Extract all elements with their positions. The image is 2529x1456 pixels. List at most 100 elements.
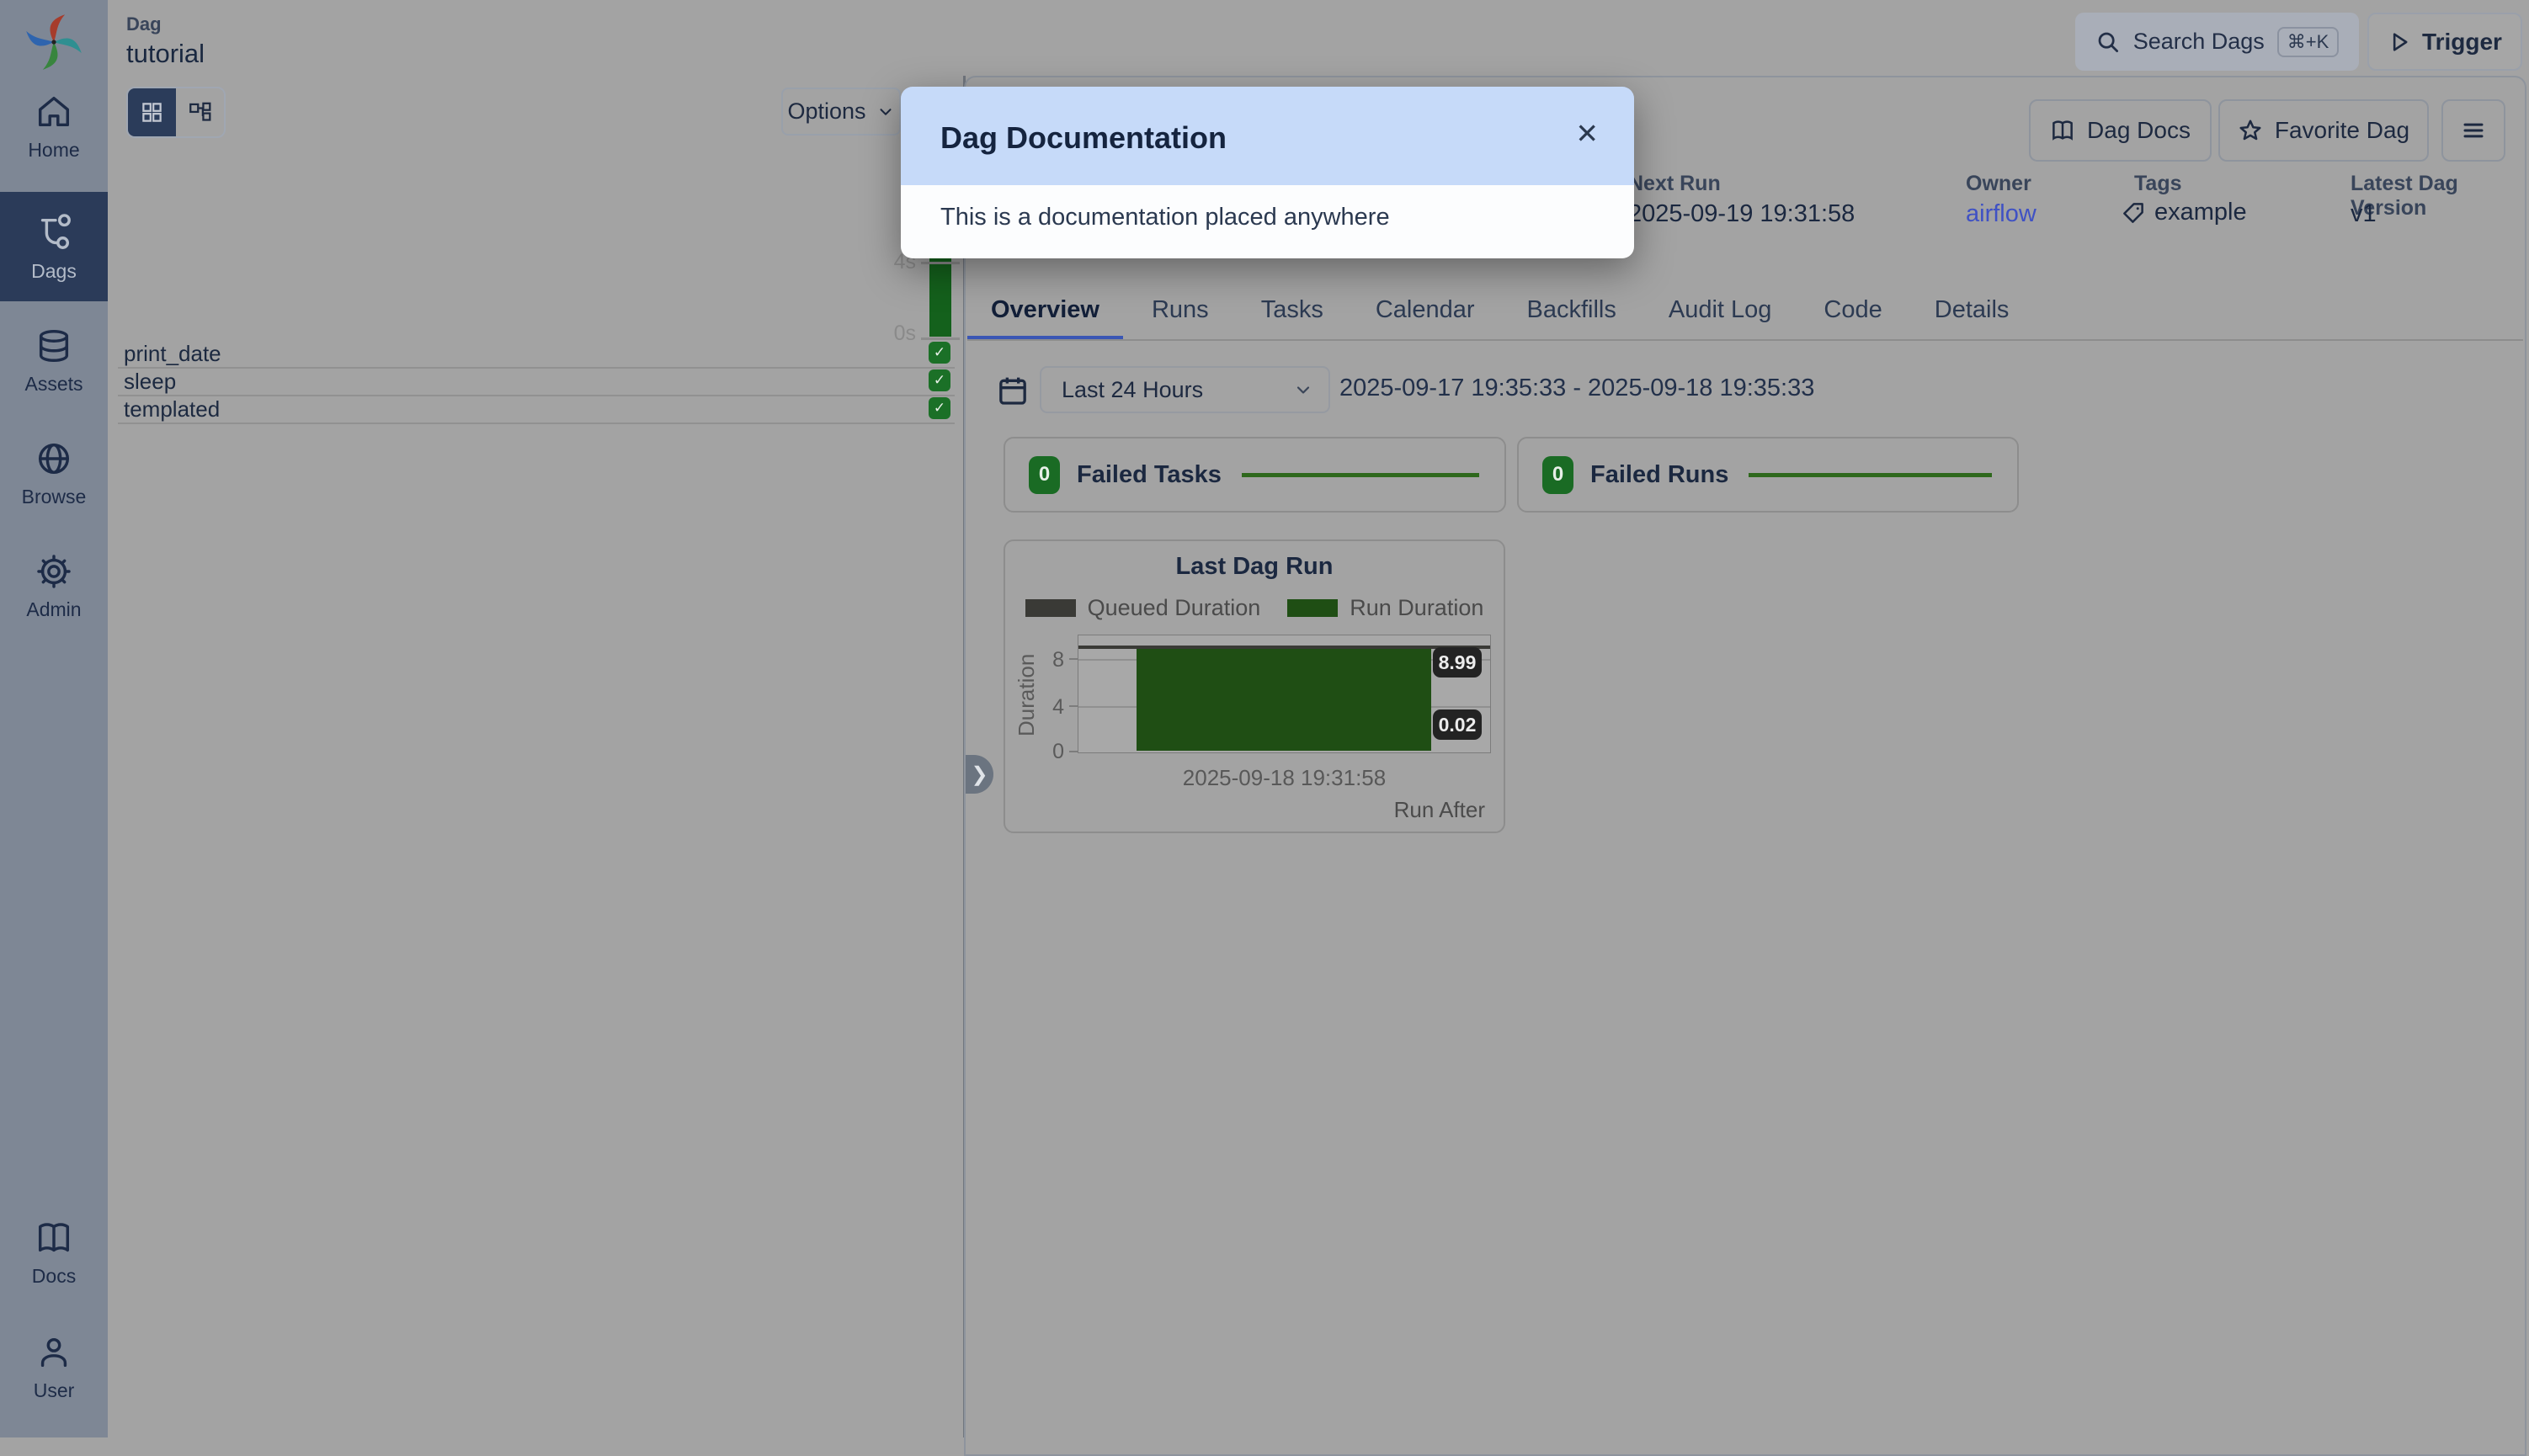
modal-title: Dag Documentation: [940, 120, 1227, 156]
mini-axis-tickline: [921, 262, 960, 264]
queued-duration-bar[interactable]: [1078, 646, 1490, 649]
task-state-success-icon[interactable]: ✓: [929, 342, 950, 364]
chart-plot-area: [1078, 635, 1491, 753]
book-icon: [35, 1219, 73, 1257]
favorite-dag-button[interactable]: Favorite Dag: [2218, 99, 2429, 162]
calendar-icon[interactable]: [996, 372, 1030, 409]
tab-backfills[interactable]: Backfills: [1504, 279, 1640, 341]
task-name-print-date[interactable]: print_date: [124, 341, 221, 367]
x-axis-label: Run After: [1394, 797, 1485, 823]
failed-tasks-label: Failed Tasks: [1077, 461, 1222, 489]
sidebar-item-assets[interactable]: Assets: [0, 327, 108, 396]
owner-label: Owner: [1966, 172, 2031, 196]
dag-details-panel: Dag Docs Favorite Dag Next Run 2025-09-1…: [964, 76, 2526, 1456]
star-icon: [2238, 118, 2263, 143]
options-button[interactable]: Options: [781, 88, 901, 136]
y-tickmark: [1069, 751, 1078, 752]
tab-code[interactable]: Code: [1800, 279, 1905, 341]
sidebar-item-label: Browse: [22, 486, 87, 508]
task-state-success-icon[interactable]: ✓: [929, 369, 950, 391]
database-icon: [35, 327, 73, 365]
tags-label: Tags: [2134, 172, 2182, 196]
search-label: Search Dags: [2133, 29, 2265, 55]
legend-swatch-queued[interactable]: [1025, 599, 1076, 617]
mini-axis-tick-0s: 0s: [876, 321, 916, 346]
failed-tasks-sparkline: [1242, 473, 1479, 477]
grid-view-toggle[interactable]: [128, 88, 176, 136]
y-tick-4: 4: [1039, 695, 1064, 720]
legend-swatch-run[interactable]: [1287, 599, 1338, 617]
chart-title: Last Dag Run: [1005, 553, 1504, 581]
hamburger-menu-icon: [2461, 118, 2486, 143]
owner-value-link[interactable]: airflow: [1966, 200, 2037, 228]
chevron-down-icon: [1293, 380, 1313, 400]
y-tickmark: [1069, 705, 1078, 707]
page-title: tutorial: [126, 39, 205, 69]
tab-runs[interactable]: Runs: [1128, 279, 1233, 341]
run-duration-value-badge: 8.99: [1433, 647, 1482, 678]
user-icon: [35, 1333, 73, 1372]
search-shortcut-kbd: ⌘+K: [2277, 27, 2340, 57]
favorite-dag-label: Favorite Dag: [2275, 117, 2409, 144]
home-icon: [35, 93, 73, 131]
dag-docs-button[interactable]: Dag Docs: [2029, 99, 2212, 162]
time-range-select[interactable]: Last 24 Hours: [1040, 366, 1330, 413]
tab-audit-log[interactable]: Audit Log: [1645, 279, 1796, 341]
sidebar-item-label: User: [34, 1379, 75, 1402]
airflow-logo[interactable]: [19, 7, 89, 77]
search-icon: [2095, 29, 2121, 55]
failed-runs-label: Failed Runs: [1590, 461, 1728, 489]
time-range-value: 2025-09-17 19:35:33 - 2025-09-18 19:35:3…: [1339, 375, 1814, 402]
y-tickmark: [1069, 658, 1078, 660]
last-dag-run-chart-card: Last Dag Run Queued Duration Run Duratio…: [1004, 539, 1505, 833]
next-run-label: Next Run: [1628, 172, 1721, 196]
tab-tasks[interactable]: Tasks: [1238, 279, 1347, 341]
x-tick-run-date: 2025-09-18 19:31:58: [1078, 765, 1491, 791]
search-dags-button[interactable]: Search Dags ⌘+K: [2075, 13, 2359, 71]
queued-duration-value-badge: 0.02: [1433, 709, 1482, 740]
time-range-selected-option: Last 24 Hours: [1062, 377, 1203, 403]
sidebar-item-docs[interactable]: Docs: [0, 1219, 108, 1288]
failed-runs-card: 0 Failed Runs: [1517, 437, 2019, 513]
chevron-down-icon: [876, 103, 895, 121]
graph-view-toggle[interactable]: [176, 88, 224, 136]
legend-label-queued[interactable]: Queued Duration: [1088, 595, 1261, 621]
chart-legend: Queued Duration Run Duration: [1005, 595, 1504, 621]
tab-track-line: [967, 339, 2523, 341]
close-icon[interactable]: ✕: [1575, 117, 1599, 150]
failed-runs-count-badge: 0: [1542, 456, 1573, 494]
legend-label-run[interactable]: Run Duration: [1350, 595, 1483, 621]
modal-documentation-text: This is a documentation placed anywhere: [940, 204, 1390, 231]
mini-axis-tickline: [921, 337, 960, 340]
book-icon: [2050, 118, 2075, 143]
view-toggle-group: [126, 87, 226, 138]
task-name-templated[interactable]: templated: [124, 396, 220, 422]
row-divider: [118, 395, 955, 396]
sidebar-item-user[interactable]: User: [0, 1333, 108, 1402]
tag-name[interactable]: example: [2154, 199, 2247, 226]
dag-documentation-modal: Dag Documentation ✕ This is a documentat…: [901, 87, 1634, 258]
tab-overview[interactable]: Overview: [967, 279, 1123, 341]
task-state-success-icon[interactable]: ✓: [929, 397, 950, 419]
failed-tasks-card: 0 Failed Tasks: [1004, 437, 1506, 513]
grid-icon: [141, 101, 163, 124]
sidebar-item-admin[interactable]: Admin: [0, 552, 108, 621]
trigger-button[interactable]: Trigger: [2367, 13, 2522, 71]
play-icon: [2388, 30, 2411, 54]
tab-calendar[interactable]: Calendar: [1352, 279, 1499, 341]
more-actions-button[interactable]: [2441, 99, 2505, 162]
sidebar-item-browse[interactable]: Browse: [0, 439, 108, 508]
modal-header: Dag Documentation ✕: [901, 87, 1634, 185]
sidebar-item-label: Admin: [26, 598, 81, 621]
sidebar-item-home[interactable]: Home: [0, 93, 108, 162]
graph-icon: [189, 101, 211, 124]
breadcrumb-kicker: Dag: [126, 13, 162, 35]
task-name-sleep[interactable]: sleep: [124, 369, 176, 395]
sidebar-item-label: Docs: [32, 1265, 76, 1288]
y-tick-0: 0: [1039, 740, 1064, 764]
sidebar-item-dags[interactable]: Dags: [0, 192, 108, 301]
dags-icon: [35, 214, 73, 252]
run-duration-bar[interactable]: [1137, 647, 1431, 751]
tab-details[interactable]: Details: [1911, 279, 2033, 341]
failed-runs-sparkline: [1749, 473, 1992, 477]
